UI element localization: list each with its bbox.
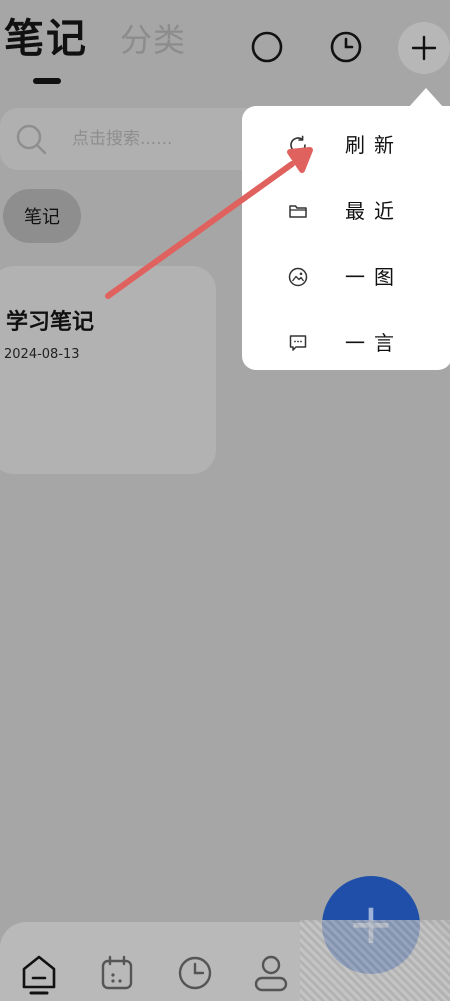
calendar-icon xyxy=(101,955,133,990)
plus-icon xyxy=(411,35,437,61)
note-title: 学习笔记 xyxy=(6,310,95,335)
tab-category[interactable]: 分类 xyxy=(120,20,186,60)
menu-item-recent[interactable]: 最近 xyxy=(242,178,450,244)
search-icon xyxy=(16,124,47,155)
nav-timer[interactable] xyxy=(172,950,218,996)
menu-pointer xyxy=(408,88,444,108)
image-icon xyxy=(286,265,310,289)
circle-button[interactable] xyxy=(244,24,290,70)
note-card[interactable] xyxy=(0,266,216,474)
category-chip[interactable]: 笔记 xyxy=(3,189,81,243)
user-icon xyxy=(254,955,288,992)
nav-calendar[interactable] xyxy=(94,950,140,996)
tab-active-indicator xyxy=(33,78,61,84)
nav-home[interactable] xyxy=(16,950,62,996)
clock-icon xyxy=(330,31,362,63)
menu-item-quote[interactable]: 一言 xyxy=(242,310,450,376)
menu-item-label: 一图 xyxy=(345,265,403,289)
watermark xyxy=(300,920,450,1001)
message-icon xyxy=(286,331,310,355)
menu-item-label: 一言 xyxy=(345,331,403,355)
refresh-icon xyxy=(286,133,310,157)
menu-item-refresh[interactable]: 刷新 xyxy=(242,112,450,178)
add-dropdown-menu: 刷新 最近 一图 一言 xyxy=(242,106,450,370)
note-date: 2024-08-13 xyxy=(4,347,80,362)
menu-item-label: 刷新 xyxy=(345,133,403,157)
folder-icon xyxy=(286,199,310,223)
search-placeholder: 点击搜索...... xyxy=(72,129,173,149)
add-menu-button[interactable] xyxy=(398,22,450,74)
timer-icon xyxy=(178,956,212,990)
tab-notes[interactable]: 笔记 xyxy=(4,14,88,64)
circle-icon xyxy=(251,31,283,63)
menu-item-label: 最近 xyxy=(345,199,403,223)
menu-item-image[interactable]: 一图 xyxy=(242,244,450,310)
history-button[interactable] xyxy=(323,24,369,70)
home-icon xyxy=(22,955,56,995)
nav-profile[interactable] xyxy=(248,950,294,996)
